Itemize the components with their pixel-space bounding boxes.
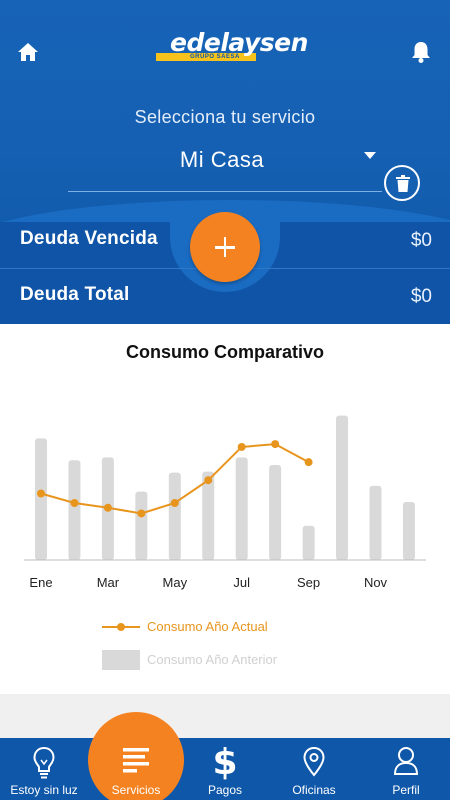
chevron-down-icon [364, 152, 376, 159]
nav-item-estoy-sin-luz[interactable]: Estoy sin luz [0, 738, 88, 800]
chart-point-mar [103, 503, 112, 512]
chart-point-abr [137, 509, 146, 518]
nav-label-pagos: Pagos [207, 783, 243, 797]
nav-item-perfil[interactable]: Perfil [362, 738, 450, 800]
chart-bar-nov [369, 485, 382, 560]
service-select-value: Mi Casa [179, 147, 265, 172]
total-debt-row: Deuda Total $0 [20, 284, 432, 314]
list-icon [122, 746, 150, 779]
overdue-debt-label: Deuda Vencida [20, 228, 158, 249]
home-icon[interactable] [16, 40, 40, 64]
chart-bar-oct [336, 415, 349, 560]
chart-tick-label-may: May [163, 575, 188, 590]
legend-current: Consumo Año Actual [102, 617, 302, 637]
chart-bar-abr [135, 491, 148, 560]
service-select-label: Selecciona tu servicio [134, 107, 316, 127]
user-icon [393, 746, 419, 781]
overdue-debt-value: $0 [410, 230, 432, 251]
consumption-chart: Consumo Comparativo Ene Mar May Jul Sep Nov C… [0, 324, 450, 694]
chart-bar-jul [235, 457, 248, 560]
chart-point-jul [237, 442, 246, 451]
chart-tick-label-mar: Mar [97, 575, 120, 590]
chart-bar-ene [35, 438, 47, 560]
chart-tick-label-ene: Ene [29, 575, 52, 590]
logo-subtext: GRUPO SAESA [190, 54, 240, 60]
nav-item-pagos[interactable]: $ Pagos [184, 738, 266, 800]
dollar-icon: $ [212, 742, 238, 785]
legend-previous-label: Consumo Año Anterior [147, 652, 278, 667]
brand-logo: edelaysen GRUPO SAESA [150, 30, 328, 66]
legend-previous-swatch [102, 650, 140, 670]
content-bottom-strip [0, 694, 450, 740]
nav-label-estoy-sin-luz: Estoy sin luz [10, 783, 78, 797]
nav-label-oficinas: Oficinas [292, 783, 336, 797]
chart-plot: Ene Mar May Jul Sep Nov [24, 415, 426, 590]
total-debt-value: $0 [410, 286, 432, 307]
plus-icon-vertical [223, 237, 227, 257]
location-pin-icon [302, 746, 326, 783]
chart-point-may [170, 499, 179, 507]
service-select[interactable]: Mi Casa [68, 140, 382, 192]
chart-bar-feb [68, 460, 81, 560]
nav-label-perfil: Perfil [392, 783, 420, 797]
chart-bar-dic [402, 502, 415, 560]
header: edelaysen GRUPO SAESA Selecciona tu serv… [0, 0, 450, 324]
nav-label-servicios: Servicios [111, 783, 161, 797]
chart-point-feb [70, 499, 79, 507]
chart-point-jun [204, 476, 213, 485]
svg-text:$: $ [212, 742, 237, 780]
chart-point-ene [37, 489, 45, 498]
legend-current-label: Consumo Año Actual [147, 619, 268, 634]
chart-point-ago [271, 440, 280, 449]
add-service-button[interactable] [190, 212, 260, 282]
lightbulb-icon [32, 746, 56, 785]
chart-tick-label-sep: Sep [297, 575, 320, 590]
chart-tick-label-nov: Nov [364, 575, 388, 590]
total-debt-label: Deuda Total [20, 284, 130, 305]
trash-icon[interactable] [384, 165, 420, 201]
nav-item-servicios[interactable]: Servicios [88, 738, 184, 800]
legend-previous: Consumo Año Anterior [102, 650, 322, 670]
chart-bar-jun [202, 471, 215, 560]
chart-bar-ago [269, 465, 282, 560]
chart-bar-sep [302, 525, 315, 560]
chart-tick-label-jul: Jul [233, 575, 250, 590]
bell-icon[interactable] [410, 40, 432, 64]
nav-item-oficinas[interactable]: Oficinas [266, 738, 362, 800]
logo-text: edelaysen [170, 28, 308, 57]
chart-bar-may [168, 472, 181, 560]
legend-current-marker [117, 623, 125, 631]
chart-point-sep [304, 458, 313, 467]
